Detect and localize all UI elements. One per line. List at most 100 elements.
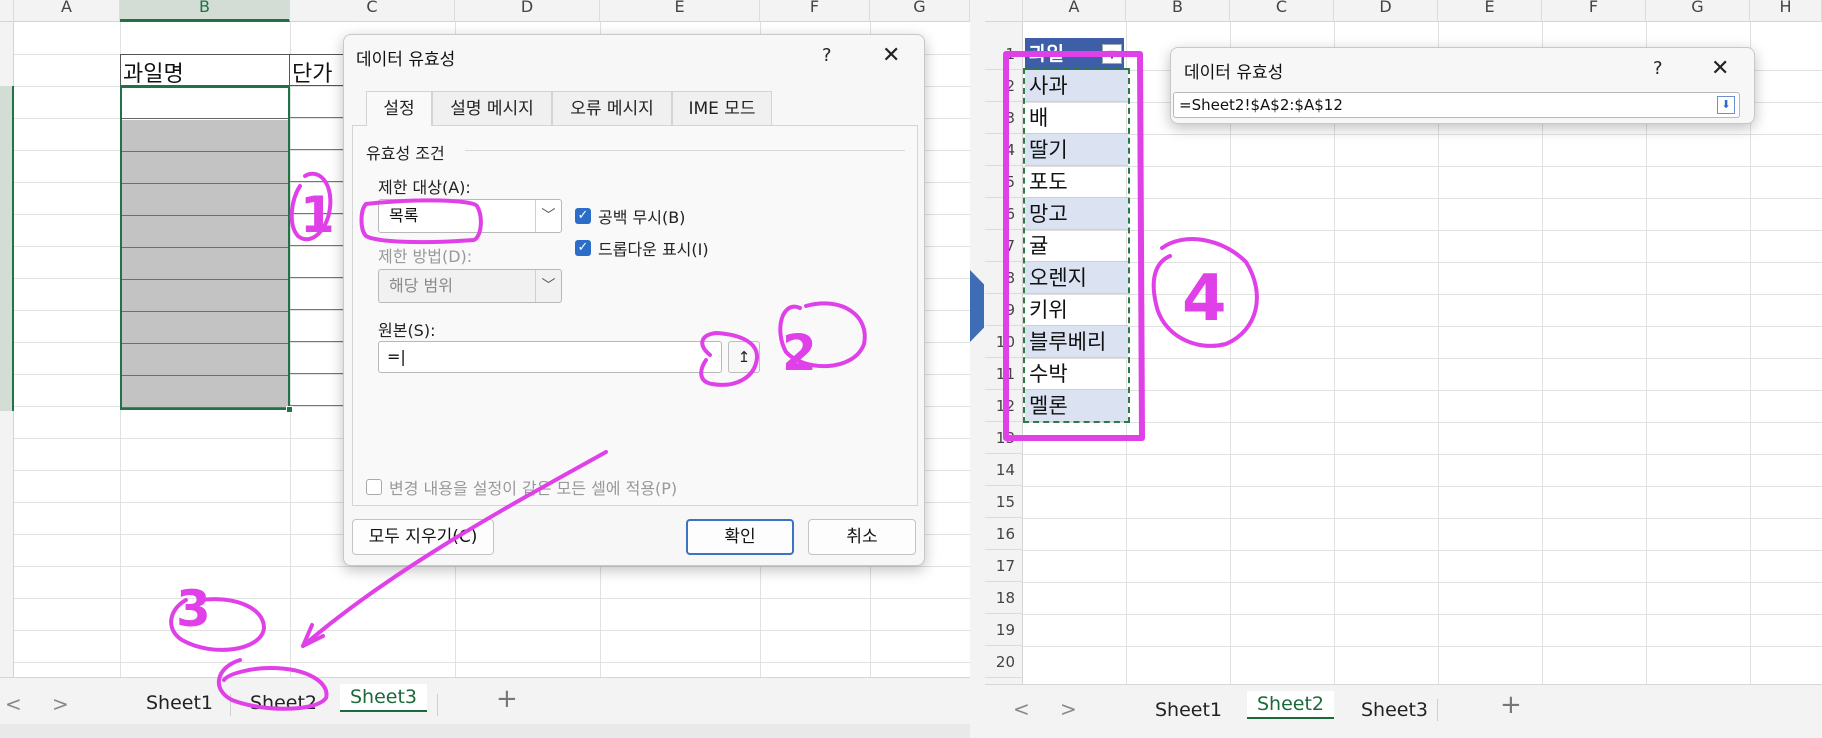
- table-header-text: 과일: [1029, 43, 1064, 65]
- prev-sheet-button[interactable]: <: [5, 692, 22, 716]
- ok-button[interactable]: 확인: [686, 519, 794, 555]
- row-number[interactable]: 18: [985, 582, 1023, 614]
- column-header-c[interactable]: C: [290, 0, 455, 22]
- next-sheet-button[interactable]: >: [52, 692, 69, 716]
- column-header-a[interactable]: A: [1023, 0, 1126, 22]
- gray-cells-b4-b12[interactable]: [122, 120, 288, 408]
- data-combobox[interactable]: 해당 범위 ﹀: [378, 269, 562, 303]
- filter-dropdown-icon[interactable]: ▼: [1102, 44, 1122, 64]
- tab-ime-mode[interactable]: IME 모드: [672, 91, 772, 125]
- tab-settings[interactable]: 설정: [366, 91, 432, 126]
- column-header-c[interactable]: C: [1230, 0, 1334, 22]
- screenshot-root: A B C D E F G 과일명 단가 < > Sheet1 Sheet2 S…: [0, 0, 1822, 738]
- row-number[interactable]: 11: [985, 358, 1023, 390]
- row-number[interactable]: 19: [985, 614, 1023, 646]
- table-header-cell-a1[interactable]: 과일 ▼: [1025, 38, 1124, 70]
- marching-ants-selection: [1023, 68, 1130, 423]
- row-number[interactable]: 9: [985, 294, 1023, 326]
- row-number[interactable]: 8: [985, 262, 1023, 294]
- row-number[interactable]: 4: [985, 134, 1023, 166]
- sheet-tab-sheet1[interactable]: Sheet1: [1155, 699, 1222, 721]
- corner-cell[interactable]: [0, 0, 14, 22]
- column-header-e[interactable]: E: [600, 0, 760, 22]
- prev-sheet-button[interactable]: <: [1013, 697, 1030, 721]
- dialog-title: 데이터 유효성: [356, 50, 456, 70]
- row-number[interactable]: 6: [985, 198, 1023, 230]
- row-number[interactable]: 12: [985, 390, 1023, 422]
- corner-cell[interactable]: [985, 0, 1023, 22]
- ignore-blank-label: 공백 무시(B): [598, 208, 686, 227]
- add-sheet-button[interactable]: +: [1500, 690, 1522, 720]
- mini-close-button[interactable]: ✕: [1711, 56, 1729, 81]
- allow-combobox[interactable]: 목록 ﹀: [378, 199, 562, 233]
- column-header-d[interactable]: D: [1334, 0, 1438, 22]
- column-header-a[interactable]: A: [14, 0, 120, 22]
- clear-all-button[interactable]: 모두 지우기(C): [352, 519, 494, 555]
- mini-help-button[interactable]: ?: [1653, 58, 1663, 79]
- column-header-b[interactable]: B: [120, 0, 290, 22]
- column-header-f[interactable]: F: [1542, 0, 1646, 22]
- column-header-g[interactable]: G: [1646, 0, 1750, 22]
- row-number[interactable]: 17: [985, 550, 1023, 582]
- row-number[interactable]: 20: [985, 646, 1023, 678]
- data-combobox-value: 해당 범위: [389, 276, 453, 295]
- upload-arrow-icon: ↥: [737, 348, 751, 366]
- chevron-down-icon[interactable]: ﹀: [535, 200, 561, 232]
- cell-c2-text: 단가: [292, 62, 333, 87]
- row-number[interactable]: 16: [985, 518, 1023, 550]
- right-sheet-tab-bar: < > Sheet1 Sheet2 Sheet3 +: [985, 684, 1822, 738]
- active-cell-b3[interactable]: [122, 88, 288, 119]
- column-header-bar: A B C D E F G H: [985, 0, 1822, 22]
- source-input[interactable]: =|: [378, 341, 722, 373]
- sheet-tab-sheet3[interactable]: Sheet3: [340, 684, 428, 712]
- add-sheet-button[interactable]: +: [496, 684, 518, 714]
- column-header-g[interactable]: G: [870, 0, 970, 22]
- row-number[interactable]: 3: [985, 102, 1023, 134]
- ignore-blank-checkbox[interactable]: ✓: [575, 208, 591, 224]
- column-header-e[interactable]: E: [1438, 0, 1542, 22]
- column-header-b[interactable]: B: [1126, 0, 1230, 22]
- chevron-down-icon[interactable]: ﹀: [535, 270, 561, 302]
- settings-tab-panel: 유효성 조건 제한 대상(A): 목록 ﹀ ✓ 공백 무시(B) ✓ 드롭다운 …: [352, 126, 918, 506]
- data-validation-collapsed-dialog: 데이터 유효성 ? ✕ =Sheet2!$A$2:$A$12 ⬇: [1170, 47, 1755, 124]
- row-header-strip: [0, 22, 14, 677]
- row-number[interactable]: 14: [985, 454, 1023, 486]
- column-header-d[interactable]: D: [455, 0, 600, 22]
- sheet-tab-sheet1[interactable]: Sheet1: [146, 692, 213, 714]
- row-number[interactable]: 13: [985, 422, 1023, 454]
- allow-label: 제한 대상(A):: [378, 178, 471, 197]
- column-header-f[interactable]: F: [760, 0, 870, 22]
- expand-dialog-icon[interactable]: ⬇: [1717, 96, 1735, 114]
- column-header-h[interactable]: H: [1750, 0, 1822, 22]
- sheet-tab-sheet2[interactable]: Sheet2: [1247, 691, 1335, 719]
- dropdown-checkbox[interactable]: ✓: [575, 240, 591, 256]
- range-picker-button[interactable]: ↥: [728, 341, 760, 373]
- row-number[interactable]: 10: [985, 326, 1023, 358]
- selected-range-b3-b12[interactable]: [120, 86, 293, 413]
- tab-error-alert[interactable]: 오류 메시지: [552, 91, 672, 125]
- row-header-selected: [0, 86, 14, 411]
- apply-all-checkbox[interactable]: [366, 479, 382, 495]
- cell-c2[interactable]: 단가: [290, 54, 350, 87]
- source-label: 원본(S):: [378, 321, 436, 340]
- row-number[interactable]: 7: [985, 230, 1023, 262]
- mini-dialog-title: 데이터 유효성: [1184, 63, 1284, 83]
- cell-b2[interactable]: 과일명: [120, 54, 290, 87]
- row-number[interactable]: 5: [985, 166, 1023, 198]
- cancel-button[interactable]: 취소: [808, 519, 916, 555]
- range-reference-input[interactable]: =Sheet2!$A$2:$A$12 ⬇: [1173, 92, 1740, 118]
- section-title-validation-criteria: 유효성 조건: [366, 144, 445, 163]
- sheet-tab-sheet3[interactable]: Sheet3: [1361, 699, 1428, 721]
- row-number[interactable]: 15: [985, 486, 1023, 518]
- tab-input-message[interactable]: 설명 메시지: [432, 91, 552, 125]
- help-button[interactable]: ?: [822, 45, 832, 66]
- left-status-strip: [0, 724, 970, 738]
- row-number[interactable]: 1: [985, 38, 1023, 70]
- sheet-tab-sheet2[interactable]: Sheet2: [250, 692, 317, 714]
- close-button[interactable]: ✕: [882, 43, 900, 68]
- next-sheet-button[interactable]: >: [1060, 697, 1077, 721]
- cells-c3-c12[interactable]: [290, 86, 350, 410]
- cell-b2-text: 과일명: [123, 62, 184, 87]
- data-validation-dialog: 데이터 유효성 ? ✕ 설정 설명 메시지 오류 메시지 IME 모드 유효성 …: [343, 34, 925, 566]
- row-number[interactable]: 2: [985, 70, 1023, 102]
